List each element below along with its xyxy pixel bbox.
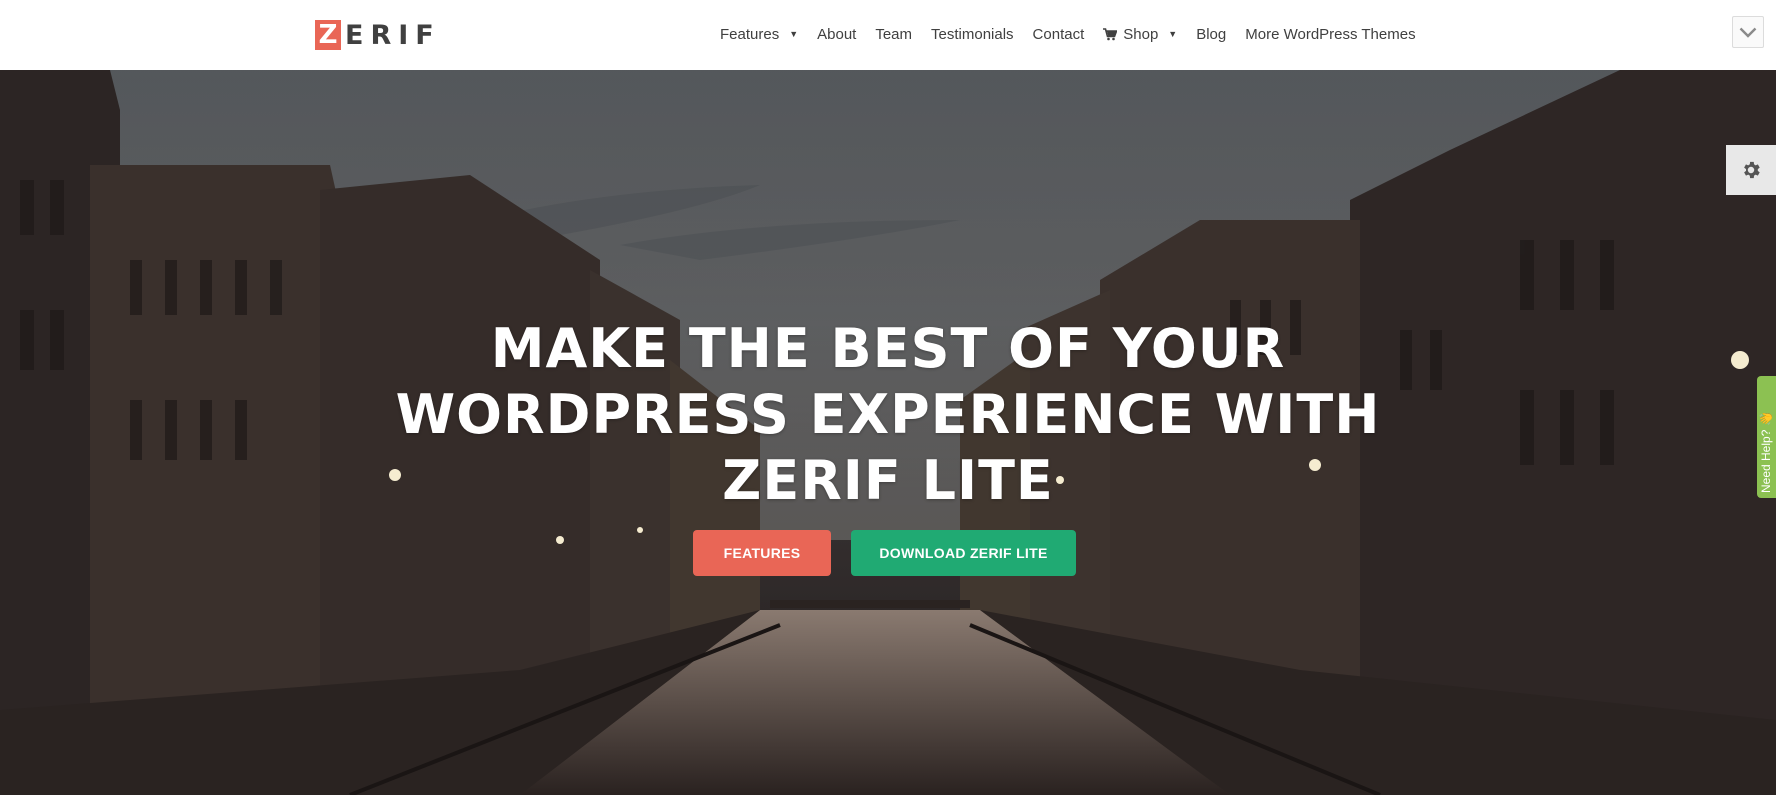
nav-label: Contact: [1032, 25, 1085, 43]
nav-item-about[interactable]: About: [817, 26, 856, 43]
nav-label: More WordPress Themes: [1245, 25, 1416, 43]
caret-down-icon: ▼: [789, 29, 799, 39]
nav-label: Team: [875, 25, 913, 43]
main-nav: Features ▼ About Team Testimonials Conta…: [720, 0, 1416, 68]
nav-item-more-themes[interactable]: More WordPress Themes: [1245, 26, 1415, 43]
logo-mark: Z: [315, 20, 341, 50]
nav-item-team[interactable]: Team: [875, 26, 912, 43]
nav-label: Features: [720, 25, 780, 43]
zerif-logo[interactable]: Z ERIF: [315, 20, 441, 50]
need-help-tab[interactable]: Need Help? 👋: [1757, 376, 1776, 498]
nav-label: Shop: [1123, 25, 1159, 43]
nav-label: Testimonials: [931, 25, 1014, 43]
nav-item-testimonials[interactable]: Testimonials: [931, 26, 1014, 43]
site-header: Z ERIF Features ▼ About Team Testimonial…: [0, 0, 1776, 70]
nav-label: Blog: [1196, 25, 1227, 43]
need-help-label: Need Help? 👋: [1759, 411, 1773, 493]
chevron-down-icon: [1739, 27, 1757, 38]
nav-item-blog[interactable]: Blog: [1196, 26, 1226, 43]
nav-item-shop[interactable]: Shop ▼: [1103, 26, 1177, 43]
features-button[interactable]: FEATURES: [693, 530, 831, 576]
hero-section: MAKE THE BEST OF YOUR WORDPRESS EXPERIEN…: [0, 70, 1776, 795]
settings-button[interactable]: [1726, 145, 1776, 195]
cart-icon: [1103, 27, 1118, 40]
hero-title: MAKE THE BEST OF YOUR WORDPRESS EXPERIEN…: [395, 317, 1381, 513]
nav-item-features[interactable]: Features ▼: [720, 26, 798, 43]
logo-text: ERIF: [345, 19, 441, 51]
collapse-button[interactable]: [1732, 16, 1764, 48]
gear-icon: [1744, 161, 1760, 179]
page-bottom-strip: [0, 795, 1776, 810]
nav-item-contact[interactable]: Contact: [1033, 26, 1085, 43]
download-zerif-lite-button[interactable]: DOWNLOAD ZERIF LITE: [851, 530, 1076, 576]
caret-down-icon: ▼: [1168, 29, 1178, 39]
nav-label: About: [817, 25, 857, 43]
